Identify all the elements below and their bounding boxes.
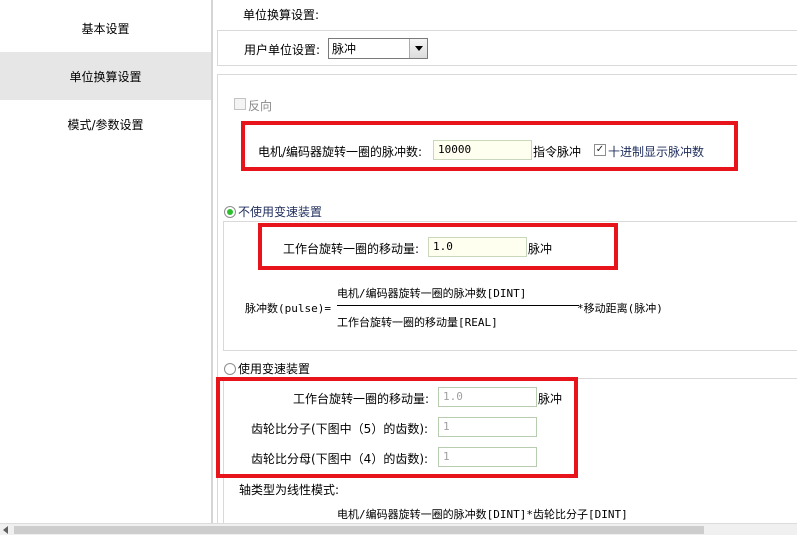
nav-item-basic-settings[interactable]: 基本设置 — [0, 4, 211, 52]
formula-fraction-line — [337, 305, 579, 306]
gear-label: 使用变速装置 — [238, 362, 311, 376]
radio-selected-dot — [227, 209, 233, 215]
dropdown-button[interactable] — [409, 39, 427, 58]
highlight-no-gear — [258, 223, 618, 270]
formula-denominator: 工作台旋转一圈的移动量[REAL] — [337, 316, 498, 329]
unit-section-title: 单位换算设置: — [243, 8, 320, 22]
nav-item-mode-params[interactable]: 模式/参数设置 — [0, 100, 211, 148]
axis-linear-mode-label: 轴类型为线性模式: — [239, 483, 340, 497]
formula-right: *移动距离(脉冲) — [577, 302, 663, 315]
user-unit-select[interactable]: 脉冲 — [328, 38, 428, 59]
content-area: 单位换算设置: 用户单位设置: 脉冲 反向 电机/编码器旋转一圈的脉冲数: 10… — [213, 0, 797, 523]
horizontal-scrollbar[interactable] — [0, 523, 797, 535]
gear-radio[interactable] — [224, 363, 236, 375]
scroll-left-icon[interactable] — [3, 526, 8, 534]
nav-item-label: 基本设置 — [81, 21, 130, 36]
gear-formula-numerator: 电机/编码器旋转一圈的脉冲数[DINT]*齿轮比分子[DINT] — [337, 508, 628, 521]
reverse-checkbox[interactable] — [234, 98, 246, 110]
nav-item-unit-conversion[interactable]: 单位换算设置 — [0, 52, 211, 100]
nav-item-label: 单位换算设置 — [69, 69, 142, 84]
nav-item-label: 模式/参数设置 — [67, 117, 144, 132]
highlight-encoder — [241, 121, 738, 171]
formula-numerator: 电机/编码器旋转一圈的脉冲数[DINT] — [337, 287, 527, 300]
settings-nav: 基本设置 单位换算设置 模式/参数设置 — [0, 0, 211, 523]
no-gear-radio[interactable] — [224, 206, 236, 218]
formula-left: 脉冲数(pulse)= — [245, 302, 331, 315]
chevron-down-icon — [414, 46, 423, 51]
reverse-label: 反向 — [248, 99, 273, 113]
no-gear-label: 不使用变速装置 — [238, 205, 323, 219]
user-unit-label: 用户单位设置: — [244, 43, 321, 57]
user-unit-value: 脉冲 — [332, 42, 357, 56]
scrollbar-thumb[interactable] — [14, 526, 704, 534]
highlight-gear — [216, 377, 578, 478]
user-unit-panel: 用户单位设置: 脉冲 — [217, 30, 797, 66]
